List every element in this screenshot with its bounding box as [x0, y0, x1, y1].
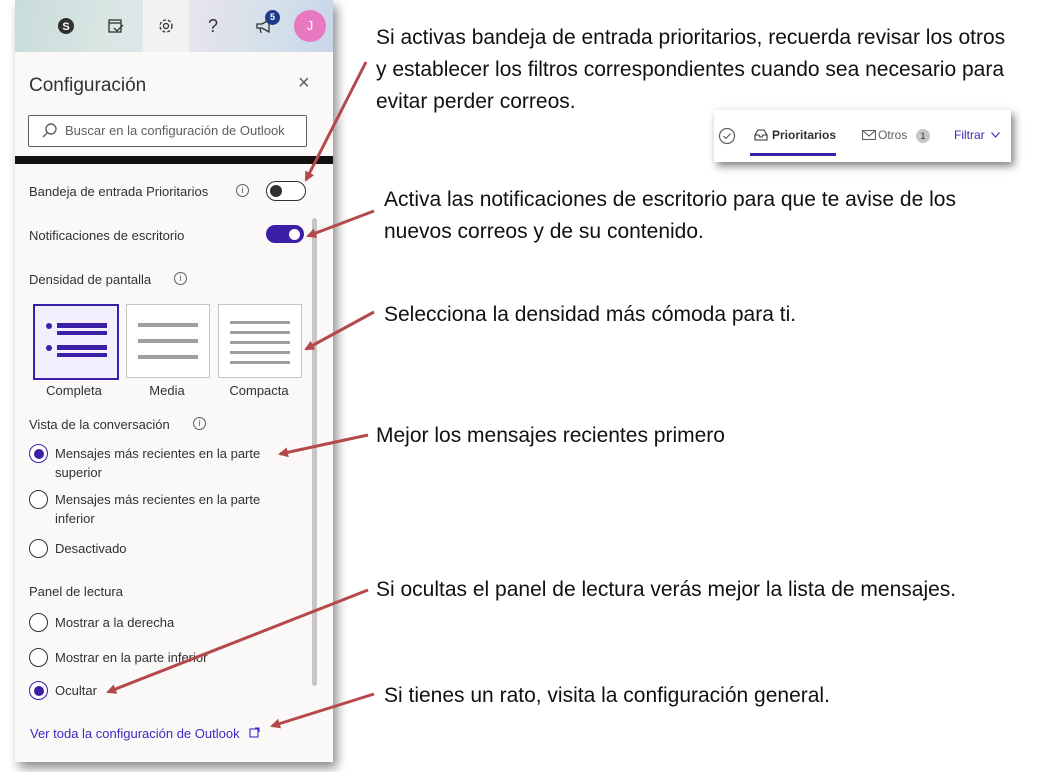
- annotation-arrows: [106, 61, 375, 729]
- arrow-all-settings: [270, 692, 375, 729]
- arrow-notifications: [306, 209, 375, 238]
- arrow-reading-pane: [106, 588, 369, 694]
- arrow-conversation: [278, 433, 369, 458]
- arrow-focused-inbox: [304, 61, 368, 182]
- arrow-density: [304, 310, 375, 351]
